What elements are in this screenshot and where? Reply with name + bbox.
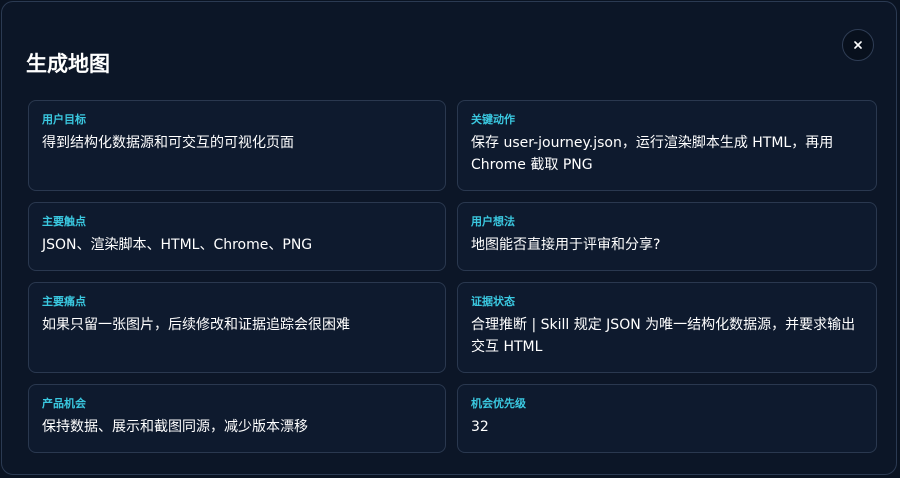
card-opportunity-priority: 机会优先级 32: [457, 384, 877, 453]
close-icon: [854, 41, 862, 49]
card-value: 合理推断 | Skill 规定 JSON 为唯一结构化数据源，并要求输出交互 H…: [471, 317, 856, 355]
card-value: 得到结构化数据源和可交互的可视化页面: [42, 135, 294, 151]
card-value: 如果只留一张图片，后续修改和证据追踪会很困难: [42, 317, 350, 333]
dialog-title: 生成地图: [26, 52, 110, 76]
card-value: 保存 user-journey.json，运行渲染脚本生成 HTML，再用 Ch…: [471, 135, 834, 173]
card-label: 关键动作: [471, 113, 515, 126]
close-button[interactable]: [842, 29, 874, 61]
card-label: 产品机会: [42, 397, 86, 410]
card-main-touchpoints: 主要触点 JSON、渲染脚本、HTML、Chrome、PNG: [28, 202, 446, 271]
card-key-actions: 关键动作 保存 user-journey.json，运行渲染脚本生成 HTML，…: [457, 100, 877, 191]
card-label: 主要触点: [42, 215, 86, 228]
card-label: 主要痛点: [42, 295, 86, 308]
card-label: 机会优先级: [471, 397, 526, 410]
card-value: 保持数据、展示和截图同源，减少版本漂移: [42, 419, 308, 435]
card-main-pain-points: 主要痛点 如果只留一张图片，后续修改和证据追踪会很困难: [28, 282, 446, 373]
card-value: 32: [471, 419, 489, 435]
card-product-opportunity: 产品机会 保持数据、展示和截图同源，减少版本漂移: [28, 384, 446, 453]
card-evidence-status: 证据状态 合理推断 | Skill 规定 JSON 为唯一结构化数据源，并要求输…: [457, 282, 877, 373]
card-value: 地图能否直接用于评审和分享?: [471, 237, 661, 253]
generate-map-dialog: 生成地图 用户目标 得到结构化数据源和可交互的可视化页面 关键动作 保存 use…: [1, 1, 897, 475]
card-user-thoughts: 用户想法 地图能否直接用于评审和分享?: [457, 202, 877, 271]
card-user-goal: 用户目标 得到结构化数据源和可交互的可视化页面: [28, 100, 446, 191]
card-label: 证据状态: [471, 295, 515, 308]
card-value: JSON、渲染脚本、HTML、Chrome、PNG: [42, 237, 313, 253]
card-label: 用户想法: [471, 215, 515, 228]
card-label: 用户目标: [42, 113, 86, 126]
